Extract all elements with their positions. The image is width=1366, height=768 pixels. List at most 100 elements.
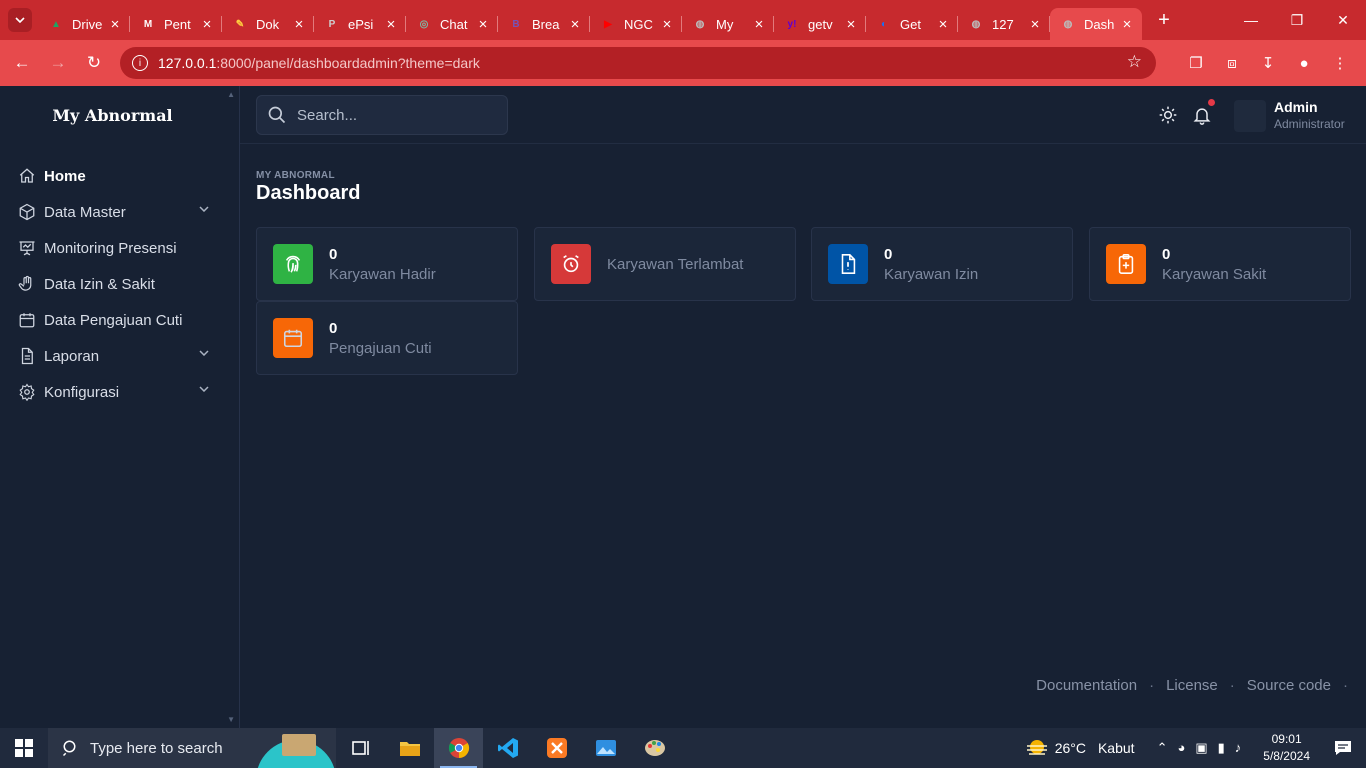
browser-tab[interactable]: ◍ 127 ×	[958, 8, 1050, 40]
file-alert-icon	[841, 254, 856, 274]
search-box[interactable]	[256, 95, 508, 135]
tab-favicon-icon: B	[512, 18, 520, 30]
tab-favicon-icon: ✎	[235, 18, 245, 30]
volume-icon[interactable]: ♪	[1235, 740, 1242, 756]
tab-close-icon[interactable]: ×	[476, 16, 490, 33]
back-button[interactable]: ←	[4, 45, 40, 81]
stat-label: Karyawan Hadir	[329, 266, 436, 283]
paint-app[interactable]	[630, 728, 679, 768]
chevron-up-icon[interactable]: ⌃	[1157, 740, 1168, 756]
start-button[interactable]	[0, 728, 48, 768]
bell-icon[interactable]	[1192, 104, 1212, 126]
chrome-icon	[448, 738, 469, 759]
tab-close-icon[interactable]: ×	[108, 16, 122, 33]
tab-title: My	[716, 16, 734, 32]
browser-tab[interactable]: ◍ Dash ×	[1050, 8, 1142, 40]
stat-badge	[828, 244, 868, 284]
new-tab-button[interactable]: +	[1150, 6, 1178, 34]
browser-tab[interactable]: B Brea ×	[498, 8, 590, 40]
browser-tabs: ▲ Drive × M Pent × ✎ Dok × PePsi × ◎ Chat × B Brea × ▶ NGC…	[38, 0, 1142, 40]
browser-tab[interactable]: ✎ Dok ×	[222, 8, 314, 40]
browser-tab[interactable]: ▲ Drive ×	[38, 8, 130, 40]
sidebar-item-label: Monitoring Presensi	[44, 239, 177, 257]
photos-app[interactable]	[581, 728, 630, 768]
weather-temperature: 26°C	[1054, 740, 1086, 756]
tab-close-icon[interactable]: ×	[384, 16, 398, 33]
stat-value: 0	[329, 246, 338, 263]
user-name[interactable]: Admin	[1274, 99, 1318, 115]
sidebar-item-laporan[interactable]: Laporan	[0, 338, 239, 374]
url-host: 127.0.0.1	[158, 55, 217, 71]
browser-tab[interactable]: ▶ NGC ×	[590, 8, 682, 40]
battery-icon[interactable]: ▮	[1218, 740, 1225, 756]
browser-tab[interactable]: M Pent ×	[130, 8, 222, 40]
brand-logo[interactable]: My Abnormal	[0, 86, 239, 144]
photos-icon	[595, 740, 616, 756]
tab-favicon-icon: ▲	[51, 18, 61, 30]
scroll-down-arrow[interactable]: ▼	[227, 715, 235, 724]
footer-link-documentation[interactable]: Documentation	[1036, 677, 1137, 694]
browser-tab[interactable]: ◎ Chat ×	[406, 8, 498, 40]
bookmark-star-icon[interactable]: ☆	[1127, 52, 1142, 72]
tab-title: Dash	[1084, 16, 1115, 32]
browser-tab[interactable]: PePsi ×	[314, 8, 406, 40]
weather-widget[interactable]: 26°C Kabut	[1025, 738, 1135, 758]
close-window-button[interactable]: ✕	[1320, 0, 1366, 40]
copy-extension-icon[interactable]: ❐	[1180, 48, 1212, 78]
sun-theme-icon[interactable]	[1158, 105, 1178, 125]
taskbar-search[interactable]: Type here to search	[48, 728, 336, 768]
tab-close-icon[interactable]: ×	[936, 16, 950, 33]
chrome-app[interactable]	[434, 728, 483, 768]
profile-avatar-icon[interactable]: ●	[1288, 48, 1320, 78]
tab-close-icon[interactable]: ×	[1028, 16, 1042, 33]
task-view-button[interactable]	[336, 728, 385, 768]
sidebar-item-konfigurasi[interactable]: Konfigurasi	[0, 374, 239, 410]
clock[interactable]: 09:01 5/8/2024	[1263, 731, 1310, 765]
kebab-menu-icon[interactable]: ⋮	[1324, 48, 1356, 78]
file-explorer-app[interactable]	[385, 728, 434, 768]
tab-search-button[interactable]	[8, 8, 32, 32]
avatar[interactable]	[1234, 100, 1266, 132]
tab-close-icon[interactable]: ×	[660, 16, 674, 33]
browser-tab[interactable]: ◍ My ×	[682, 8, 774, 40]
browser-tab[interactable]: y! getv ×	[774, 8, 866, 40]
search-input[interactable]	[297, 106, 497, 124]
tab-title: getv	[808, 16, 833, 32]
sidebar-item-monitoring-presensi[interactable]: Monitoring Presensi	[0, 230, 239, 266]
sidebar: ▲ My Abnormal Home Data Master Monitoring …	[0, 86, 240, 728]
chevron-down-icon	[199, 386, 209, 392]
sidebar-item-label: Data Pengajuan Cuti	[44, 311, 183, 329]
meet-now-icon[interactable]: ▣	[1195, 740, 1207, 756]
notification-center-button[interactable]	[1328, 740, 1358, 756]
tab-close-icon[interactable]: ×	[292, 16, 306, 33]
footer-link-source-code[interactable]: Source code	[1247, 677, 1331, 694]
tab-close-icon[interactable]: ×	[568, 16, 582, 33]
hand-icon-wrap	[18, 275, 36, 293]
footer-link-license[interactable]: License	[1166, 677, 1218, 694]
reload-button[interactable]: ↻	[76, 45, 112, 81]
address-bar[interactable]: i 127.0.0.1:8000/panel/dashboardadmin?th…	[120, 47, 1156, 79]
minimize-button[interactable]: —	[1228, 0, 1274, 40]
tab-close-icon[interactable]: ×	[1120, 16, 1134, 33]
tab-favicon-icon: ◍	[1063, 18, 1073, 30]
forward-button[interactable]: →	[40, 45, 76, 81]
stat-badge	[273, 244, 313, 284]
restore-button[interactable]: ❐	[1274, 0, 1320, 40]
tab-close-icon[interactable]: ×	[200, 16, 214, 33]
sidebar-item-data-master[interactable]: Data Master	[0, 194, 239, 230]
sidebar-item-home[interactable]: Home	[0, 158, 239, 194]
scroll-up-arrow[interactable]: ▲	[227, 90, 235, 99]
tab-close-icon[interactable]: ×	[844, 16, 858, 33]
browser-tab[interactable]: ◐ Get ×	[866, 8, 958, 40]
network-icon[interactable]: ◕	[1177, 740, 1185, 756]
vscode-app[interactable]	[483, 728, 532, 768]
window-controls: — ❐ ✕	[1228, 0, 1366, 40]
site-info-icon[interactable]: i	[132, 55, 148, 71]
tab-close-icon[interactable]: ×	[752, 16, 766, 33]
search-icon	[62, 740, 76, 757]
puzzle-extensions-icon[interactable]: ⧈	[1216, 48, 1248, 78]
download-icon[interactable]: ↧	[1252, 48, 1284, 78]
xampp-app[interactable]	[532, 728, 581, 768]
sidebar-item-data-pengajuan-cuti[interactable]: Data Pengajuan Cuti	[0, 302, 239, 338]
sidebar-item-data-izin-sakit[interactable]: Data Izin & Sakit	[0, 266, 239, 302]
